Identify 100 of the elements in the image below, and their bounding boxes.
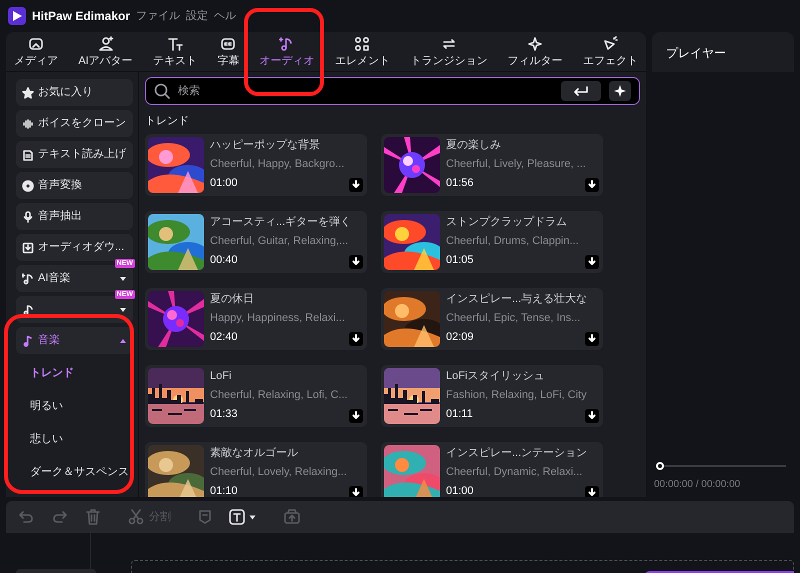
image-icon [28,36,44,52]
track-title: インスピレー...ンテーション [446,447,588,460]
track-card[interactable]: インスピレー...ンテーション Cheerful, Dynamic, Relaxi... 01:00 [381,442,603,497]
caret-icon [119,306,127,312]
tab[interactable]: 字幕 [213,32,244,71]
track-duration: 02:40 [210,331,239,344]
search-input[interactable]: 検索 [178,82,553,100]
download-button[interactable] [585,178,599,192]
tab[interactable]: メディア [10,32,62,71]
music-note-icon [22,272,34,284]
search-icon [154,83,170,99]
track-tags: Fashion, Relaxing, LoFi, City [446,389,587,402]
tab[interactable]: AIアバター [74,32,137,71]
menu-item[interactable]: ファイル [136,8,180,24]
disc-icon [22,180,34,192]
download-button[interactable] [585,486,599,497]
track-title: アコースティ...ギターを弾く [210,216,352,229]
track-duration: 01:33 [210,408,239,421]
delete-icon [86,509,100,525]
caret-icon [119,338,127,344]
track-tags: Cheerful, Lovely, Relaxing... [210,466,347,479]
section-title: トレンド [145,114,189,129]
download-button[interactable] [349,178,363,192]
track-title: インスピレー...与える壮大な [446,293,588,306]
track-card[interactable]: ストンプクラップドラム Cheerful, Drums, Clappin... 01:05 [381,210,603,272]
category-item[interactable]: 音声変換 [16,172,133,199]
scissors-icon [128,509,144,525]
subcategory-item[interactable]: ダーク＆サスペンス [30,464,129,478]
menu-item[interactable]: ヘル [214,8,236,24]
person-plus-icon [98,36,114,52]
down-arrow-icon [588,334,596,343]
track-title: ストンプクラップドラム [446,216,568,229]
down-arrow-icon [588,488,596,497]
tab[interactable]: テキスト [149,32,202,71]
tab[interactable]: エレメント [330,32,394,71]
document-icon [22,148,34,160]
tab[interactable]: オーディオ [256,32,319,71]
track-card[interactable]: 夏の休日 Happy, Happiness, Relaxi... 02:40 [145,288,367,350]
ai-sparkle-button[interactable] [609,81,631,101]
category-item[interactable]: オーディオダウ... [16,234,133,261]
download-button[interactable] [585,254,599,268]
category-item[interactable]: ボイスをクローン [16,110,133,137]
download-button[interactable] [349,486,363,497]
text-box-icon [229,509,245,525]
track-tags: Cheerful, Relaxing, Lofi, C... [210,389,348,402]
track-duration: 00:40 [210,254,239,267]
track-duration: 01:00 [446,485,475,497]
menu-item[interactable]: 設定 [186,8,208,24]
category-group[interactable]: AI音楽 [16,265,133,292]
track-title: 夏の楽しみ [446,139,502,152]
track-card[interactable]: LoFi Cheerful, Relaxing, Lofi, C... 01:33 [145,364,367,426]
track-card[interactable]: インスピレー...与える壮大な Cheerful, Epic, Tense, Ins... 02:09 [381,288,603,350]
download-button[interactable] [349,254,363,268]
undo-icon [18,510,34,524]
track-duration: 02:09 [446,331,475,344]
time-readout: 00:00:00 / 00:00:00 [653,478,742,492]
track-card[interactable]: ハッピーポップな背景 Cheerful, Happy, Backgro... 01:00 [145,134,367,196]
download-button[interactable] [349,332,363,346]
category-item[interactable]: テキスト読み上げ [16,141,133,168]
enter-button[interactable] [561,81,601,101]
track-tags: Cheerful, Lively, Pleasure, ... [446,158,586,171]
tab[interactable]: フィルター [504,32,567,71]
download-button[interactable] [349,408,363,422]
track-title: 素敵なオルゴール [210,447,299,460]
track-tags: Cheerful, Happy, Backgro... [210,158,344,171]
track-tags: Cheerful, Dynamic, Relaxi... [446,466,588,479]
tab[interactable]: トランジション [406,32,492,71]
marker-icon [199,510,211,524]
track-card[interactable]: LoFiスタイリッシュ Fashion, Relaxing, LoFi, City 01:11 [381,364,603,426]
subcategory-item[interactable]: トレンド [30,366,74,380]
waveform-icon [22,118,34,130]
track-tags: Cheerful, Epic, Tense, Ins... [446,312,588,325]
text-style-button[interactable] [229,509,256,525]
track-card[interactable]: 素敵なオルゴール Cheerful, Lovely, Relaxing... 01:10 [145,442,367,497]
music-note-icon [22,334,34,346]
down-arrow-icon [352,334,360,343]
down-arrow-icon [588,180,596,189]
download-button[interactable] [585,332,599,346]
track-card[interactable]: アコースティ...ギターを弾く Cheerful, Guitar, Relaxing,... 00:40 [145,210,367,272]
down-arrow-icon [352,180,360,189]
track-tags: Happy, Happiness, Relaxi... [210,312,345,325]
subcategory-item[interactable]: 明るい [30,398,63,412]
track-title: LoFi [210,370,232,383]
category-item[interactable]: 音声抽出 [16,203,133,230]
track-title: ハッピーポップな背景 [210,139,321,152]
track-duration: 01:11 [446,408,474,421]
category-group[interactable]: 音楽 [16,327,133,354]
track-title: LoFiスタイリッシュ [446,370,546,383]
category-item[interactable]: お気に入り [16,79,133,106]
export-icon [284,509,300,525]
track-title: 夏の休日 [210,293,255,306]
caret-icon [119,276,127,282]
track-card[interactable]: 夏の楽しみ Cheerful, Lively, Pleasure, ... 01:56 [381,134,603,196]
search-field[interactable]: 検索 [145,77,640,105]
subcategory-item[interactable]: 悲しい [30,432,63,446]
down-arrow-icon [588,411,596,420]
download-button[interactable] [585,408,599,422]
tab[interactable]: エフェクト [578,32,642,71]
slider-thumb[interactable] [656,462,664,470]
track-duration: 01:05 [446,254,475,267]
